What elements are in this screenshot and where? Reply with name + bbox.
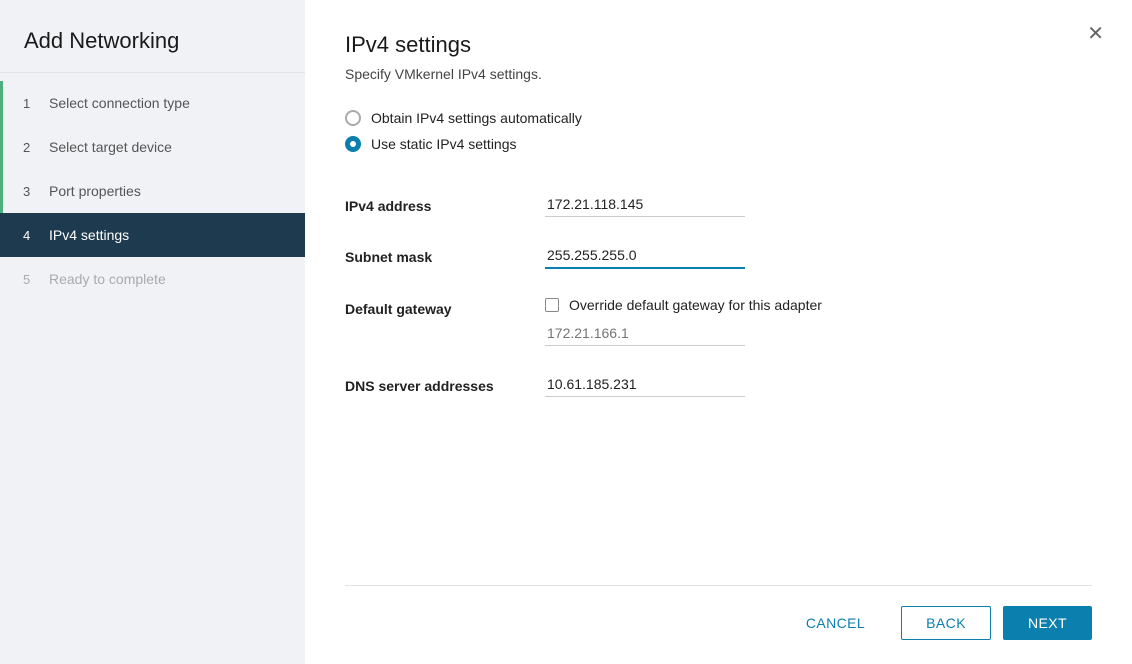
footer: CANCEL BACK NEXT	[345, 585, 1092, 664]
sidebar-step-5: 5 Ready to complete	[0, 257, 305, 301]
step-number-2: 2	[23, 140, 39, 155]
main-content: ✕ IPv4 settings Specify VMkernel IPv4 se…	[305, 0, 1132, 664]
step-label-2: Select target device	[49, 139, 172, 155]
input-dns-server[interactable]	[545, 374, 745, 397]
step-label-3: Port properties	[49, 183, 141, 199]
input-ipv4-address[interactable]	[545, 194, 745, 217]
sidebar: Add Networking 1 Select connection type …	[0, 0, 305, 664]
form-row-ipv4: IPv4 address	[345, 180, 1092, 231]
control-ipv4-address	[545, 194, 1092, 217]
sidebar-step-3[interactable]: 3 Port properties	[0, 169, 305, 213]
step-label-4: IPv4 settings	[49, 227, 129, 243]
next-button[interactable]: NEXT	[1003, 606, 1092, 640]
step-label-5: Ready to complete	[49, 271, 166, 287]
page-subtitle: Specify VMkernel IPv4 settings.	[345, 66, 1092, 82]
page-title: IPv4 settings	[345, 32, 1092, 58]
form-row-gateway: Default gateway Override default gateway…	[345, 283, 1092, 360]
radio-static[interactable]	[345, 136, 361, 152]
control-subnet-mask	[545, 245, 1092, 269]
radio-static-label: Use static IPv4 settings	[371, 136, 517, 152]
sidebar-step-1[interactable]: 1 Select connection type	[0, 81, 305, 125]
label-default-gateway: Default gateway	[345, 297, 545, 317]
step-label-1: Select connection type	[49, 95, 190, 111]
input-gateway-address[interactable]	[545, 323, 745, 346]
checkbox-override-gateway[interactable]	[545, 298, 559, 312]
cancel-button[interactable]: CANCEL	[782, 607, 889, 639]
input-subnet-mask[interactable]	[545, 245, 745, 269]
form-row-dns: DNS server addresses	[345, 360, 1092, 411]
gateway-checkbox-row: Override default gateway for this adapte…	[545, 297, 1092, 313]
radio-auto-label: Obtain IPv4 settings automatically	[371, 110, 582, 126]
step-number-1: 1	[23, 96, 39, 111]
step-number-3: 3	[23, 184, 39, 199]
radio-option-auto[interactable]: Obtain IPv4 settings automatically	[345, 110, 1092, 126]
radio-option-static[interactable]: Use static IPv4 settings	[345, 136, 1092, 152]
label-dns-server: DNS server addresses	[345, 374, 545, 394]
ipv4-mode-radio-group: Obtain IPv4 settings automatically Use s…	[345, 110, 1092, 152]
sidebar-step-2[interactable]: 2 Select target device	[0, 125, 305, 169]
sidebar-steps: 1 Select connection type 2 Select target…	[0, 81, 305, 301]
control-default-gateway: Override default gateway for this adapte…	[545, 297, 1092, 346]
control-dns-server	[545, 374, 1092, 397]
add-networking-dialog: Add Networking 1 Select connection type …	[0, 0, 1132, 664]
step-number-5: 5	[23, 272, 39, 287]
step-number-4: 4	[23, 228, 39, 243]
sidebar-step-4[interactable]: 4 IPv4 settings	[0, 213, 305, 257]
close-button[interactable]: ✕	[1083, 20, 1108, 48]
form-section: IPv4 address Subnet mask Default gateway	[345, 180, 1092, 411]
form-row-subnet: Subnet mask	[345, 231, 1092, 283]
label-ipv4-address: IPv4 address	[345, 194, 545, 214]
checkbox-gateway-label: Override default gateway for this adapte…	[569, 297, 822, 313]
sidebar-title: Add Networking	[0, 0, 305, 73]
label-subnet-mask: Subnet mask	[345, 245, 545, 265]
radio-auto[interactable]	[345, 110, 361, 126]
back-button[interactable]: BACK	[901, 606, 991, 640]
